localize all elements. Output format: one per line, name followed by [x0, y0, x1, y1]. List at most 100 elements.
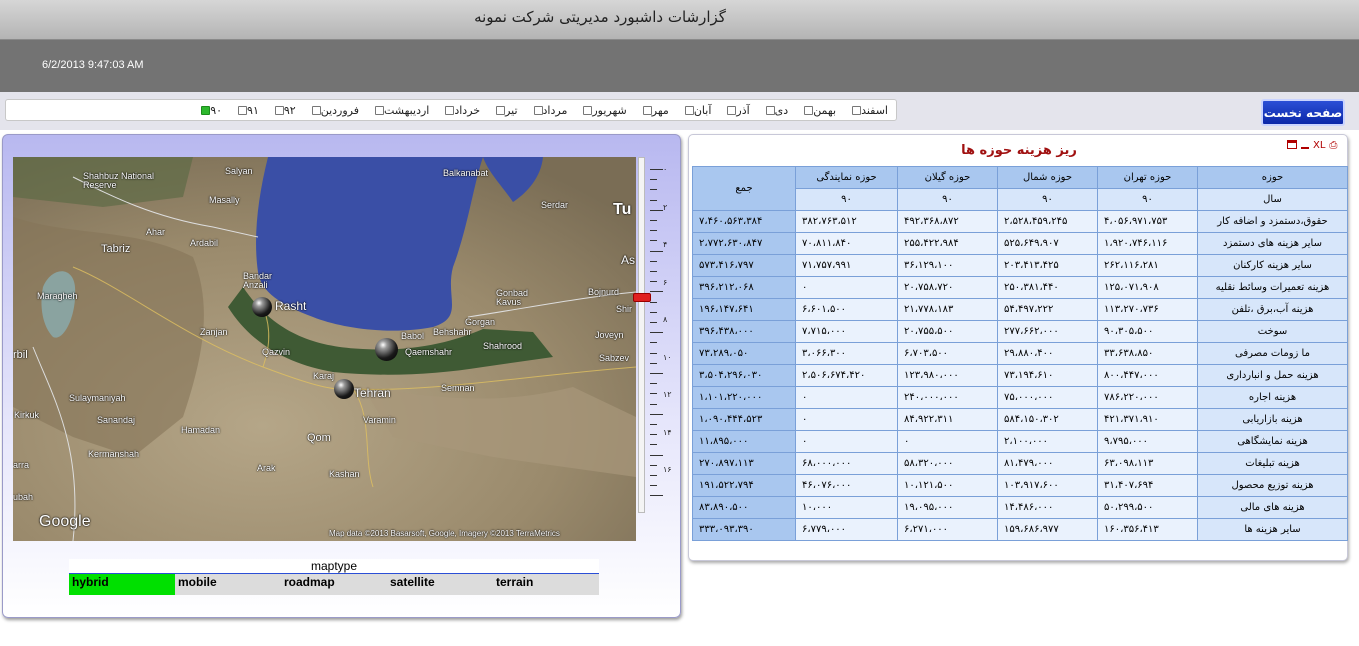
checkbox[interactable]	[765, 105, 775, 115]
month-label: دی	[774, 103, 789, 117]
table-row[interactable]: سایر هزینه کارکنان ۲۶۲،۱۱۶،۲۸۱ ۲۰۳،۴۱۳،۴۲۵…	[692, 254, 1348, 277]
table-row[interactable]: سوخت ۹۰،۳۰۵،۵۰۰ ۲۷۷،۶۶۲،۰۰۰ ۲۰،۷۵۵،۵۰۰ ۷،۷۱۵…	[692, 320, 1348, 343]
column-header-area[interactable]: حوزه	[1197, 166, 1348, 189]
month-filter-item[interactable]: ۹۰	[197, 104, 222, 117]
zoom-track[interactable]	[638, 157, 645, 513]
table-cell: ۷۳،۱۹۴،۶۱۰	[997, 364, 1098, 387]
month-filter-item[interactable]: خرداد	[441, 104, 480, 117]
table-title: ریز هزینه حوزه ها	[961, 143, 1077, 158]
table-cell: ۰	[795, 430, 898, 453]
month-filter-item[interactable]: بهمن	[800, 104, 836, 117]
table-cell: ۳۶،۱۲۹،۱۰۰	[897, 254, 998, 277]
checkbox[interactable]	[727, 105, 737, 115]
table-cell: ۳۸۲،۷۶۳،۵۱۲	[795, 210, 898, 233]
checkbox[interactable]	[311, 105, 321, 115]
table-row[interactable]: هزینه بازاریابی ۴۲۱،۳۷۱،۹۱۰ ۵۸۴،۱۵۰،۳۰۲ ۸۴،…	[692, 408, 1348, 431]
month-filter-item[interactable]: دی	[762, 103, 789, 117]
month-filter-item[interactable]: اردیبهشت	[371, 104, 429, 117]
column-header-total[interactable]: جمع	[692, 166, 796, 211]
month-filter-item[interactable]: تیر	[492, 104, 518, 117]
table-cell: ۱۹،۰۹۵،۰۰۰	[897, 496, 998, 519]
checkbox[interactable]	[804, 105, 814, 115]
map-marker-tehran[interactable]	[334, 379, 354, 399]
map-marker-rasht[interactable]	[252, 297, 272, 317]
zoom-handle[interactable]	[633, 293, 651, 302]
month-filter-item[interactable]: ۹۱	[234, 104, 259, 117]
checkbox[interactable]	[583, 105, 593, 115]
month-filter-item[interactable]: مرداد	[530, 104, 567, 117]
zoom-tick-label: ۸	[663, 315, 668, 325]
table-cell: ۳۳،۶۳۸،۸۵۰	[1097, 342, 1198, 365]
maptype-option-hybrid[interactable]: hybrid	[69, 574, 175, 595]
map-terrain	[13, 157, 636, 541]
month-filter-item[interactable]: شهریور	[579, 104, 627, 117]
checkbox[interactable]	[852, 105, 862, 115]
month-filter-item[interactable]: آذر	[723, 104, 750, 117]
column-header-agency[interactable]: حوزه نمایندگی	[795, 166, 898, 189]
zoom-tick	[650, 332, 663, 334]
checkbox[interactable]	[238, 105, 248, 115]
home-button[interactable]: صفحه نخست	[1261, 99, 1345, 126]
table-row[interactable]: هزینه حمل و انبارداری ۸۰۰،۴۴۷،۰۰۰ ۷۳،۱۹۴،۶…	[692, 364, 1348, 387]
column-header-tehran[interactable]: حوزه تهران	[1097, 166, 1198, 189]
table-row[interactable]: هزینه های مالی ۵۰،۲۹۹،۵۰۰ ۱۴،۴۸۶،۰۰۰ ۱۹،۰۹۵…	[692, 496, 1348, 519]
year-cell: ۹۰	[897, 188, 998, 211]
map-view[interactable]: Shahbuz National Reserve Salyan Masally …	[13, 157, 636, 541]
table-cell: ۴۶،۰۷۶،۰۰۰	[795, 474, 898, 497]
map-label-karaj: Karaj	[313, 371, 335, 381]
map-label-hamadan: Hamadan	[181, 425, 221, 435]
checkbox[interactable]	[496, 105, 506, 115]
table-row[interactable]: هزینه اجاره ۷۸۶،۲۲۰،۰۰۰ ۷۵،۰۰۰،۰۰۰ ۲۴۰،۰۰۰،…	[692, 386, 1348, 409]
zoom-tick-label: ۰	[663, 165, 668, 174]
month-filter-item[interactable]: مهر	[639, 104, 669, 117]
month-filter-item[interactable]: آبان	[681, 104, 711, 117]
year-cell: ۹۰	[997, 188, 1098, 211]
table-cell: ۶،۷۷۹،۰۰۰	[795, 518, 898, 541]
map-label-arak: Arak	[257, 463, 276, 473]
checkbox[interactable]	[201, 105, 211, 115]
zoom-slider[interactable]: ۰ ۲ ۴ ۶ ۸ ۱۰ ۱۲ ۱۴ ۱۶	[633, 157, 676, 513]
checkbox[interactable]	[375, 105, 384, 115]
maptype-option-roadmap[interactable]: roadmap	[281, 574, 387, 595]
table-row[interactable]: هزینه تبلیغات ۶۳،۰۹۸،۱۱۳ ۸۱،۴۷۹،۰۰۰ ۵۸،۳۲۰،…	[692, 452, 1348, 475]
filter-bar: اسفند بهمن دی آذر آبان مهر شهریور مرداد تیر خرداد…	[0, 92, 1359, 130]
zoom-tick	[650, 434, 657, 436]
table-row[interactable]: هزینه آب،برق ،تلفن ۱۱۳،۲۷۰،۷۳۶ ۵۴،۴۹۷،۲۲۲ ۲…	[692, 298, 1348, 321]
column-header-gilan[interactable]: حوزه گیلان	[897, 166, 998, 189]
table-row[interactable]: هزینه نمایشگاهی ۹،۷۹۵،۰۰۰ ۲،۱۰۰،۰۰۰ ۰ ۰ ۱۱،۸۹…	[692, 430, 1348, 453]
page-title: گزارشات داشبورد مدیریتی شرکت نمونه	[474, 8, 726, 26]
checkbox[interactable]	[642, 105, 652, 115]
zoom-tick	[650, 475, 657, 476]
maptype-option-terrain[interactable]: terrain	[493, 574, 599, 595]
zoom-tick	[650, 230, 657, 232]
zoom-tick-label: ۱۴	[663, 427, 672, 437]
maptype-option-mobile[interactable]: mobile	[175, 574, 281, 595]
table-row[interactable]: سایر هزینه ها ۱۶۰،۳۵۶،۴۱۳ ۱۵۹،۶۸۶،۹۷۷ ۶،۲۷۱…	[692, 518, 1348, 541]
table-row[interactable]: سایر هزینه های دستمزد ۱،۹۲۰،۷۴۶،۱۱۶ ۵۲۵،۶۴…	[692, 232, 1348, 255]
zoom-tick-label: ۶	[663, 277, 668, 287]
table-row[interactable]: حقوق،دستمزد و اضافه کار ۴،۰۵۶،۹۷۱،۷۵۳ ۲،۵۲…	[692, 210, 1348, 233]
month-label: اسفند	[861, 103, 888, 117]
map-marker-babol[interactable]	[375, 338, 398, 361]
month-filter-item[interactable]: فروردین	[308, 104, 359, 117]
month-label: مهر	[651, 103, 669, 117]
map-label-bojnurd: Bojnurd	[588, 287, 620, 297]
checkbox[interactable]	[684, 105, 694, 115]
month-label: ۹۲	[283, 103, 296, 117]
map-panel: Shahbuz National Reserve Salyan Masally …	[2, 134, 681, 618]
checkbox[interactable]	[533, 105, 543, 115]
map-label-qom: Qom	[307, 432, 331, 444]
table-cell: ۱۰۳،۹۱۷،۶۰۰	[997, 474, 1098, 497]
column-header-north[interactable]: حوزه شمال	[997, 166, 1098, 189]
checkbox[interactable]	[274, 105, 284, 115]
month-filter-item[interactable]: ۹۲	[271, 104, 296, 117]
table-row[interactable]: ما زومات مصرفی ۳۳،۶۳۸،۸۵۰ ۲۹،۸۸۰،۴۰۰ ۶،۷۰۳،…	[692, 342, 1348, 365]
maptype-options: hybrid mobile roadmap satellite terrain	[69, 573, 599, 595]
table-row[interactable]: هزینه تعمیرات وسائط نقلیه ۱۲۵،۰۷۱،۹۰۸ ۲۵۰،…	[692, 276, 1348, 299]
table-cell: ۵۴،۴۹۷،۲۲۲	[997, 298, 1098, 321]
month-filter-item[interactable]: اسفند	[848, 104, 888, 117]
checkbox[interactable]	[445, 105, 455, 115]
table-cell: ۲۵۵،۴۲۲،۹۸۴	[897, 232, 998, 255]
maptype-option-satellite[interactable]: satellite	[387, 574, 493, 595]
table-row[interactable]: هزینه توزیع محصول ۳۱،۴۰۷،۶۹۴ ۱۰۳،۹۱۷،۶۰۰ ۱۰…	[692, 474, 1348, 497]
